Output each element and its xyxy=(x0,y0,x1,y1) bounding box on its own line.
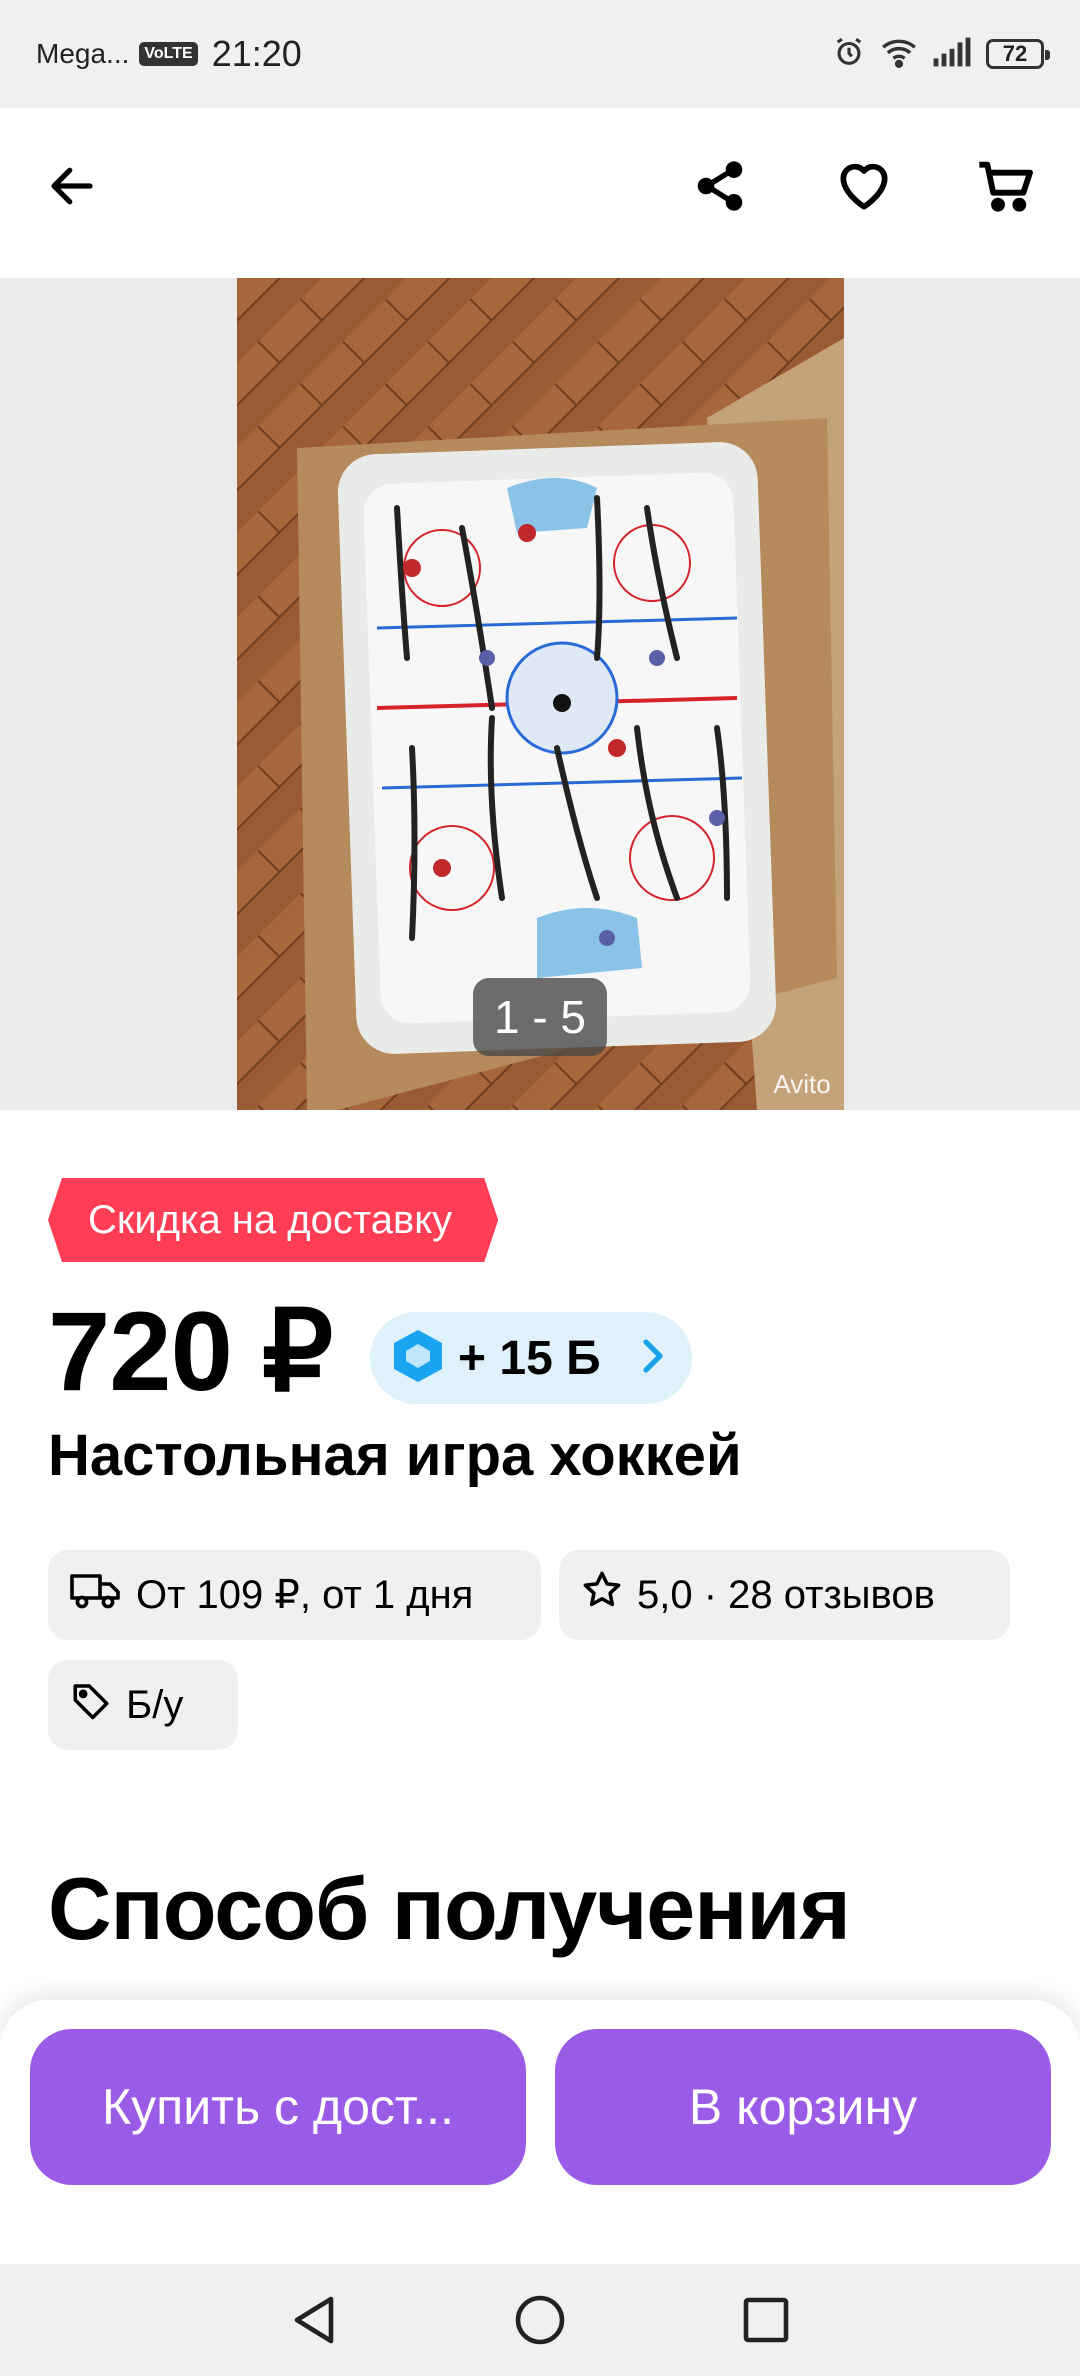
volte-icon: VoLTE xyxy=(139,42,198,66)
rating-chip-label: 5,0 · 28 отзывов xyxy=(637,1572,935,1617)
receiving-method-heading: Способ получения xyxy=(48,1859,851,1958)
truck-icon xyxy=(70,1570,122,1620)
cart-icon[interactable] xyxy=(966,146,1046,226)
price-tag-icon xyxy=(70,1679,112,1731)
product-title: Настольная игра хоккей xyxy=(48,1423,742,1488)
bonus-hexagon-icon xyxy=(392,1328,444,1389)
alarm-icon xyxy=(832,35,866,74)
battery-icon: 72 xyxy=(986,39,1050,69)
bonus-points-button[interactable]: + 15 Б xyxy=(370,1312,692,1404)
delivery-chip[interactable]: От 109 ₽, от 1 дня xyxy=(48,1550,541,1640)
signal-icon xyxy=(932,36,972,73)
condition-chip[interactable]: Б/у xyxy=(48,1660,238,1750)
carrier-name: Mega... xyxy=(36,38,130,69)
star-icon xyxy=(581,1569,623,1621)
price: 720 ₽ xyxy=(48,1289,333,1414)
condition-chip-label: Б/у xyxy=(126,1682,184,1727)
wifi-icon xyxy=(880,35,918,74)
delivery-chip-label: От 109 ₽, от 1 дня xyxy=(136,1573,474,1617)
buy-with-delivery-button[interactable]: Купить с дост... xyxy=(30,2029,526,2185)
nav-back-icon[interactable] xyxy=(284,2290,344,2350)
nav-home-icon[interactable] xyxy=(510,2290,570,2350)
avito-watermark: Avito xyxy=(773,1069,830,1099)
rating-chip[interactable]: 5,0 · 28 отзывов xyxy=(559,1550,1010,1640)
back-arrow-icon[interactable] xyxy=(32,146,112,226)
add-to-cart-button[interactable]: В корзину xyxy=(555,2029,1051,2185)
bottom-action-panel: Купить с дост... В корзину xyxy=(0,2000,1080,2264)
nav-recents-icon[interactable] xyxy=(736,2290,796,2350)
status-time: 21:20 xyxy=(211,33,302,74)
chevron-right-icon xyxy=(640,1338,666,1379)
bonus-points-label: + 15 Б xyxy=(458,1331,601,1385)
share-icon[interactable] xyxy=(680,146,760,226)
status-bar: Mega... VoLTE 21:20 72 xyxy=(0,0,1080,108)
system-nav-bar xyxy=(0,2264,1080,2376)
favorite-heart-icon[interactable] xyxy=(824,146,904,226)
photo-counter: 1 - 5 xyxy=(473,978,607,1056)
top-app-bar xyxy=(0,108,1080,278)
discount-badge-label: Скидка на доставку xyxy=(48,1178,498,1262)
discount-badge: Скидка на доставку xyxy=(48,1178,498,1262)
